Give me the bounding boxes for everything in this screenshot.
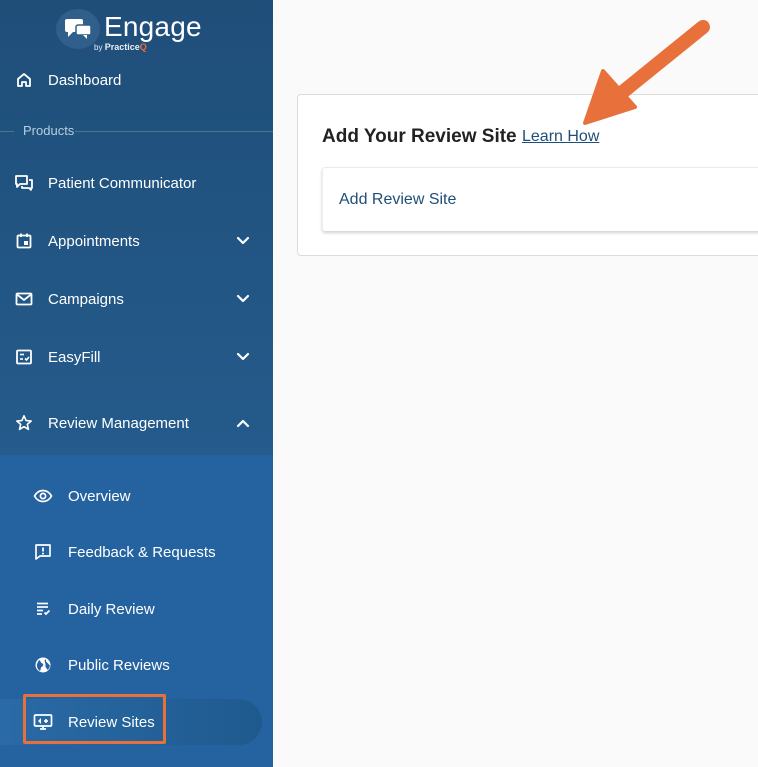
sidebar-item-label: Patient Communicator xyxy=(48,174,197,192)
section-divider xyxy=(0,131,14,132)
sidebar-subitem-public-reviews[interactable]: Public Reviews xyxy=(0,645,273,685)
brand-name: Engage xyxy=(104,11,202,42)
sidebar-subitem-label: Overview xyxy=(68,487,131,505)
chevron-down-icon[interactable] xyxy=(233,231,253,251)
chevron-down-icon[interactable] xyxy=(233,289,253,309)
brand-parent-b: Q xyxy=(139,42,147,52)
sidebar-item-appointments[interactable]: Appointments xyxy=(0,221,273,261)
sidebar-item-review-management[interactable]: Review Management xyxy=(0,403,273,443)
calendar-icon xyxy=(13,230,35,252)
eye-icon xyxy=(32,485,54,507)
add-review-site-label: Add Review Site xyxy=(339,191,457,208)
home-icon xyxy=(13,69,35,91)
chevron-down-icon[interactable] xyxy=(233,347,253,367)
feedback-icon xyxy=(32,541,54,563)
brand-parent-a: Practice xyxy=(104,42,140,52)
sidebar-subitem-label: Feedback & Requests xyxy=(68,543,216,561)
sidebar-item-label: Campaigns xyxy=(48,290,124,308)
section-label-products: Products xyxy=(23,123,75,138)
annotation-highlight-box xyxy=(23,694,166,744)
checklist-icon xyxy=(13,346,35,368)
sidebar-item-dashboard[interactable]: Dashboard xyxy=(0,60,273,100)
section-divider xyxy=(75,131,273,132)
list-icon xyxy=(32,598,54,620)
star-icon xyxy=(13,412,35,434)
mail-icon xyxy=(13,288,35,310)
card-title: Add Your Review Site xyxy=(322,126,517,147)
sidebar-item-patient-communicator[interactable]: Patient Communicator xyxy=(0,163,273,203)
sidebar-item-label: Review Management xyxy=(48,414,189,432)
sidebar-subitem-overview[interactable]: Overview xyxy=(0,476,273,516)
chevron-up-icon[interactable] xyxy=(233,413,253,433)
sidebar-item-label: Dashboard xyxy=(48,71,122,89)
annotation-arrow-icon xyxy=(583,20,710,125)
sidebar-item-label: EasyFill xyxy=(48,348,101,366)
sidebar-item-easyfill[interactable]: EasyFill xyxy=(0,337,273,377)
chat-icon xyxy=(13,172,35,194)
sidebar: Engage by PracticeQ Dashboard Products P… xyxy=(0,0,273,767)
add-review-site-button[interactable]: Add Review Site xyxy=(322,167,758,231)
brand-by: by xyxy=(94,43,103,52)
globe-icon xyxy=(32,654,54,676)
sidebar-subitem-feedback-requests[interactable]: Feedback & Requests xyxy=(0,532,273,572)
sidebar-subitem-daily-review[interactable]: Daily Review xyxy=(0,589,273,629)
sidebar-subitem-label: Public Reviews xyxy=(68,656,170,674)
brand-byline: by PracticeQ xyxy=(94,42,147,52)
sidebar-item-campaigns[interactable]: Campaigns xyxy=(0,279,273,319)
sidebar-item-label: Appointments xyxy=(48,232,140,250)
sidebar-subitem-label: Daily Review xyxy=(68,600,155,618)
